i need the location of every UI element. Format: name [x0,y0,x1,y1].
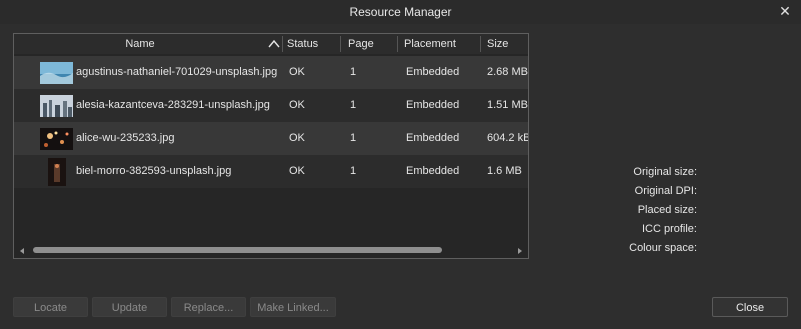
horizontal-scrollbar[interactable] [14,244,528,258]
locate-button[interactable]: Locate [13,297,88,317]
cell-status: OK [289,66,305,78]
cell-page: 1 [350,99,357,111]
cell-status: OK [289,99,305,111]
title-bar: Resource Manager ✕ [0,0,801,24]
cell-size: 1.51 MB [487,99,528,111]
column-header-page[interactable]: Page [348,34,398,54]
label-original-dpi: Original DPI: [634,185,697,197]
close-button[interactable]: Close [712,297,788,317]
update-button[interactable]: Update [92,297,167,317]
cell-size: 604.2 kB [487,132,529,144]
image-thumbnail [40,95,73,117]
cell-page: 1 [350,165,357,177]
column-divider[interactable] [282,36,283,52]
label-original-size: Original size: [633,166,697,178]
cell-page: 1 [350,132,357,144]
column-header-placement[interactable]: Placement [404,34,484,54]
scroll-right-icon[interactable] [516,247,524,255]
label-icc-profile: ICC profile: [641,223,697,235]
image-thumbnail [40,62,73,84]
cell-placement: Embedded [406,165,460,177]
table-row[interactable]: biel-morro-382593-unsplash.jpg OK 1 Embe… [14,155,528,188]
window-title: Resource Manager [349,5,452,19]
table-header: Name Status Page Placement Size [14,34,528,54]
scroll-left-icon[interactable] [18,247,26,255]
column-header-name[interactable]: Name [14,34,266,54]
scrollbar-thumb[interactable] [33,247,442,253]
cell-status: OK [289,132,305,144]
resource-table: Name Status Page Placement Size agustinu… [13,33,529,259]
cell-status: OK [289,165,305,177]
cell-placement: Embedded [406,99,460,111]
label-colour-space: Colour space: [629,242,697,254]
table-row[interactable]: alice-wu-235233.jpg OK 1 Embedded 604.2 … [14,122,529,155]
cell-size: 2.68 MB [487,66,528,78]
table-row[interactable]: agustinus-nathaniel-701029-unsplash.jpg … [14,56,528,89]
cell-size: 1.6 MB [487,165,522,177]
cell-name: alice-wu-235233.jpg [76,132,175,144]
column-divider[interactable] [340,36,341,52]
label-placed-size: Placed size: [637,204,697,216]
table-row[interactable]: alesia-kazantceva-283291-unsplash.jpg OK… [14,89,528,122]
cell-name: biel-morro-382593-unsplash.jpg [76,165,232,177]
cell-placement: Embedded [406,66,460,78]
column-header-size[interactable]: Size [487,34,528,54]
image-thumbnail [48,158,66,186]
make-linked-button[interactable]: Make Linked... [250,297,336,317]
column-divider[interactable] [397,36,398,52]
replace-button[interactable]: Replace... [171,297,246,317]
cell-page: 1 [350,66,357,78]
cell-name: alesia-kazantceva-283291-unsplash.jpg [76,99,270,111]
cell-placement: Embedded [406,132,460,144]
image-thumbnail [40,128,73,150]
cell-name: agustinus-nathaniel-701029-unsplash.jpg [76,66,278,78]
column-header-status[interactable]: Status [287,34,343,54]
sort-ascending-icon[interactable] [268,38,280,50]
close-icon[interactable]: ✕ [777,3,793,19]
column-divider[interactable] [480,36,481,52]
